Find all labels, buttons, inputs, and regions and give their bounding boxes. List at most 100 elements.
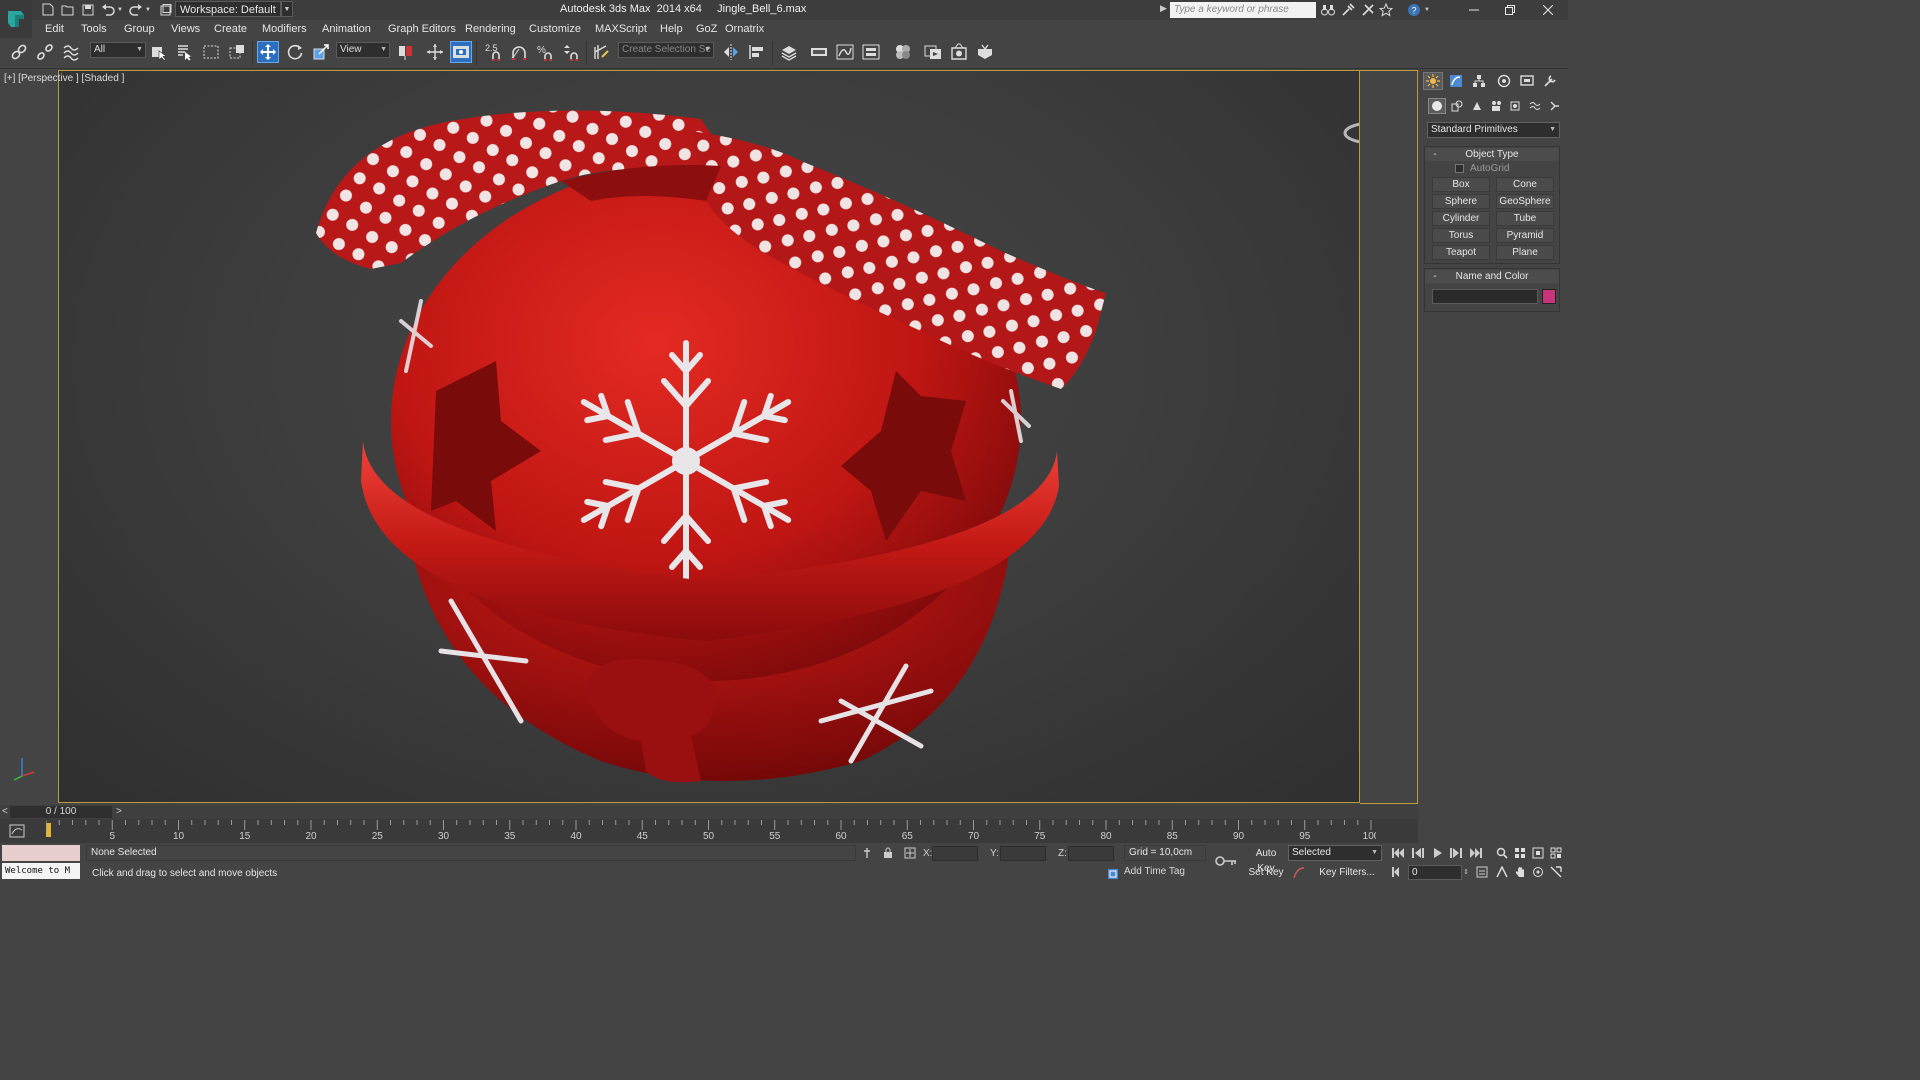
menu-create[interactable]: Create (214, 21, 247, 37)
spinner-snap-toggle-icon[interactable] (560, 41, 582, 63)
menu-views[interactable]: Views (171, 21, 200, 37)
isolate-selection-icon[interactable] (860, 846, 874, 860)
render-production-icon[interactable] (974, 41, 996, 63)
search-expand-icon[interactable]: ▶ (1160, 3, 1168, 14)
tube-button[interactable]: Tube (1496, 211, 1554, 226)
current-frame-marker[interactable] (46, 823, 51, 837)
time-configuration-icon[interactable] (1474, 865, 1490, 879)
menu-goz[interactable]: GoZ (696, 21, 717, 37)
percent-snap-toggle-icon[interactable]: % (534, 41, 556, 63)
cylinder-button[interactable]: Cylinder (1432, 211, 1490, 226)
time-tag-icon[interactable] (1106, 867, 1120, 881)
motion-tab-icon[interactable] (1494, 72, 1514, 90)
align-icon[interactable] (746, 41, 768, 63)
zoom-extents-icon[interactable] (1530, 846, 1546, 860)
help-icon[interactable]: ? (1406, 2, 1422, 18)
teapot-button[interactable]: Teapot (1432, 245, 1490, 260)
default-tangents-icon[interactable] (1292, 866, 1306, 880)
object-type-rollout-header[interactable]: - Object Type (1425, 148, 1559, 161)
render-setup-icon[interactable] (922, 41, 944, 63)
set-keys-key-icon[interactable] (1215, 854, 1237, 868)
display-tab-icon[interactable] (1517, 72, 1537, 90)
y-coordinate-input[interactable] (1000, 846, 1046, 861)
menu-rendering[interactable]: Rendering (465, 21, 516, 37)
mirror-icon[interactable] (720, 41, 742, 63)
x-coordinate-input[interactable] (932, 846, 978, 861)
save-file-icon[interactable] (80, 2, 96, 17)
systems-category-icon[interactable] (1546, 98, 1564, 114)
create-tab-icon[interactable] (1423, 72, 1443, 90)
maximize-viewport-icon[interactable] (1548, 865, 1564, 879)
reference-coordinate-dropdown[interactable]: View ▼ (336, 42, 390, 58)
select-and-move-icon[interactable] (257, 41, 279, 63)
time-slider-thumb[interactable]: 0 / 100 (10, 806, 112, 818)
material-editor-icon[interactable] (892, 41, 914, 63)
curve-editor-icon[interactable] (834, 41, 856, 63)
auto-key-button[interactable]: Auto Key (1246, 846, 1286, 874)
select-and-scale-icon[interactable] (310, 41, 332, 63)
box-button[interactable]: Box (1432, 177, 1490, 192)
jingle-bell-model[interactable] (59, 71, 1360, 803)
name-and-color-rollout-header[interactable]: - Name and Color (1425, 270, 1559, 283)
snaps-toggle-icon[interactable]: 2.5 (482, 41, 504, 63)
field-of-view-icon[interactable] (1494, 865, 1510, 879)
time-slider-next[interactable]: > (116, 806, 124, 817)
current-frame-input[interactable]: 0 (1408, 865, 1462, 880)
favorites-star-icon[interactable] (1378, 2, 1394, 18)
graphite-modeling-tools-icon[interactable] (808, 41, 830, 63)
selection-lock-icon[interactable] (881, 846, 895, 860)
layer-manager-icon[interactable] (778, 41, 800, 63)
redo-icon[interactable] (128, 2, 144, 17)
zoom-extents-all-icon[interactable] (1548, 846, 1564, 860)
pan-view-icon[interactable] (1512, 865, 1528, 879)
autogrid-checkbox[interactable] (1455, 164, 1464, 173)
restore-button[interactable] (1492, 0, 1528, 20)
hierarchy-tab-icon[interactable] (1469, 72, 1489, 90)
object-name-input[interactable] (1432, 289, 1538, 304)
select-and-manipulate-icon[interactable] (424, 41, 446, 63)
workspace-selector[interactable]: Workspace: Default (175, 1, 281, 17)
pyramid-button[interactable]: Pyramid (1496, 228, 1554, 243)
menu-modifiers[interactable]: Modifiers (262, 21, 307, 37)
menu-maxscript[interactable]: MAXScript (595, 21, 647, 37)
select-and-link-icon[interactable] (8, 41, 30, 63)
helpers-category-icon[interactable] (1506, 98, 1524, 114)
z-coordinate-input[interactable] (1068, 846, 1114, 861)
viewport-label[interactable]: [+] [Perspective ] [Shaded ] (4, 73, 124, 84)
key-mode-toggle-icon[interactable] (1390, 865, 1406, 879)
viewcube-icon[interactable] (1343, 95, 1360, 147)
communication-center-icon[interactable] (1360, 2, 1376, 18)
time-slider-prev[interactable]: < (2, 806, 10, 817)
plane-button[interactable]: Plane (1496, 245, 1554, 260)
zoom-icon[interactable] (1494, 846, 1510, 860)
geometry-category-icon[interactable] (1428, 98, 1446, 114)
time-slider[interactable] (0, 805, 1418, 819)
undo-icon[interactable] (100, 2, 116, 17)
keyboard-shortcut-override-icon[interactable] (450, 41, 472, 63)
space-warps-category-icon[interactable] (1526, 98, 1544, 114)
next-frame-icon[interactable] (1448, 846, 1464, 860)
app-logo-button[interactable] (0, 0, 32, 38)
play-animation-icon[interactable] (1430, 846, 1446, 860)
go-to-start-icon[interactable] (1390, 846, 1406, 860)
menu-group[interactable]: Group (124, 21, 155, 37)
key-filters-button[interactable]: Key Filters... (1312, 865, 1382, 880)
workspace-dropdown-icon[interactable]: ▼ (281, 1, 293, 17)
bind-to-space-warp-icon[interactable] (60, 41, 82, 63)
edit-named-selection-icon[interactable] (590, 41, 612, 63)
shapes-category-icon[interactable] (1448, 98, 1466, 114)
help-dropdown-icon[interactable]: ▼ (1422, 2, 1432, 18)
window-crossing-icon[interactable] (226, 41, 248, 63)
orbit-icon[interactable] (1530, 865, 1546, 879)
select-object-icon[interactable] (148, 41, 170, 63)
sphere-button[interactable]: Sphere (1432, 194, 1490, 209)
selection-filter-dropdown[interactable]: All ▼ (90, 42, 146, 58)
subscription-center-icon[interactable] (1340, 2, 1356, 18)
pivot-center-icon[interactable] (394, 41, 416, 63)
absolute-mode-transform-icon[interactable] (903, 846, 917, 860)
rendered-frame-window-icon[interactable] (948, 41, 970, 63)
modify-tab-icon[interactable] (1446, 72, 1466, 90)
torus-button[interactable]: Torus (1432, 228, 1490, 243)
lights-category-icon[interactable] (1468, 98, 1486, 114)
named-selection-dropdown[interactable]: Create Selection Se ▼ (618, 42, 714, 58)
